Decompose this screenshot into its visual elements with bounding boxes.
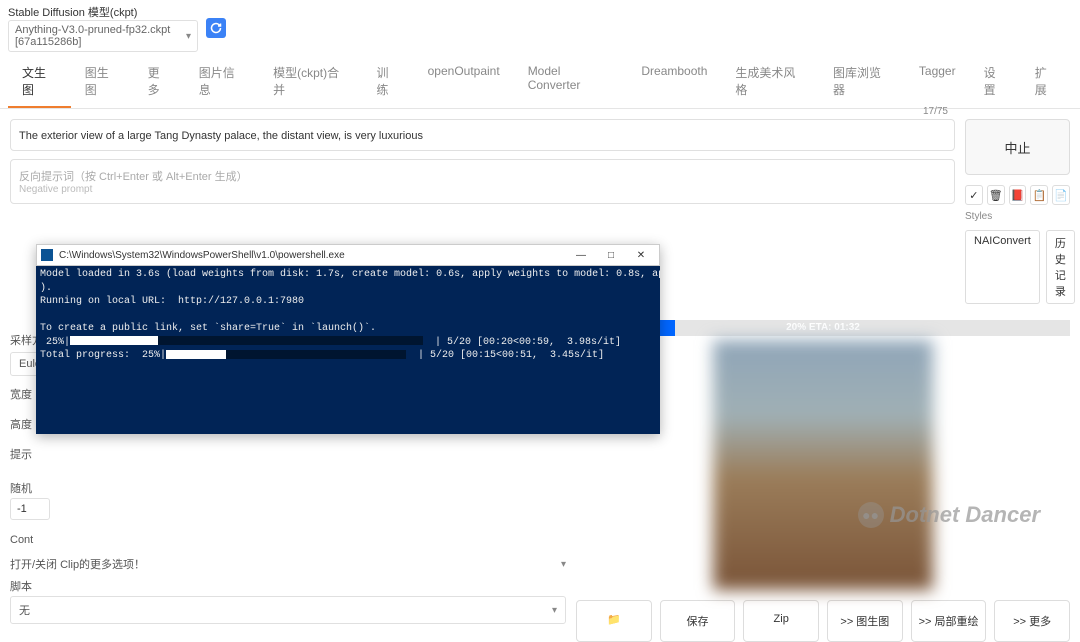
tab-2[interactable]: 更多 (134, 56, 185, 108)
tool-icon-1[interactable]: 🗑 (987, 185, 1005, 205)
tab-0[interactable]: 文生图 (8, 56, 71, 108)
pill-0[interactable]: NAIConvert (965, 230, 1040, 304)
tab-11[interactable]: Tagger (905, 56, 970, 108)
chevron-down-icon: ▾ (186, 31, 191, 42)
console-output: Model loaded in 3.6s (load weights from … (36, 266, 660, 434)
refresh-button[interactable] (206, 18, 226, 38)
tab-5[interactable]: 训练 (362, 56, 413, 108)
action-button-4[interactable]: >> 局部重绘 (911, 600, 987, 642)
action-button-2[interactable]: Zip (743, 600, 819, 642)
seed-input[interactable]: -1 (10, 498, 50, 520)
tab-7[interactable]: Model Converter (514, 56, 628, 108)
tool-icon-2[interactable]: 📕 (1009, 185, 1027, 205)
tab-9[interactable]: 生成美术风格 (721, 56, 819, 108)
tab-1[interactable]: 图生图 (71, 56, 134, 108)
tab-10[interactable]: 图库浏览器 (819, 56, 905, 108)
close-button[interactable]: ✕ (627, 246, 655, 264)
window-title: C:\Windows\System32\WindowsPowerShell\v1… (59, 250, 567, 261)
chevron-down-icon[interactable]: ▾ (561, 559, 566, 570)
wechat-icon: ●● (858, 502, 884, 528)
model-select[interactable]: Anything-V3.0-pruned-fp32.ckpt [67a11528… (8, 20, 198, 52)
maximize-button[interactable]: □ (597, 246, 625, 264)
tab-13[interactable]: 扩展 (1021, 56, 1072, 108)
tool-icon-0[interactable]: ✓ (965, 185, 983, 205)
watermark: ●● Dotnet Dancer (858, 502, 1040, 528)
powershell-icon (41, 249, 53, 261)
tool-icon-3[interactable]: 📋 (1030, 185, 1048, 205)
tool-icon-4[interactable]: 📄 (1052, 185, 1070, 205)
main-tabs: 文生图图生图更多图片信息模型(ckpt)合并训练openOutpaintMode… (0, 56, 1080, 109)
styles-label: Styles (965, 211, 1070, 222)
pill-1[interactable]: 历史记录 (1046, 230, 1075, 304)
tab-3[interactable]: 图片信息 (185, 56, 259, 108)
action-button-0[interactable]: 📁 (576, 600, 652, 642)
token-counter: 17/75 (923, 106, 948, 117)
minimize-button[interactable]: — (567, 246, 595, 264)
tab-4[interactable]: 模型(ckpt)合并 (259, 56, 362, 108)
model-label: Stable Diffusion 模型(ckpt) (8, 4, 198, 20)
tab-12[interactable]: 设置 (970, 56, 1021, 108)
action-button-3[interactable]: >> 图生图 (827, 600, 903, 642)
action-button-1[interactable]: 保存 (660, 600, 736, 642)
action-button-5[interactable]: >> 更多 (994, 600, 1070, 642)
tab-6[interactable]: openOutpaint (414, 56, 514, 108)
interrupt-button[interactable]: 中止 (965, 119, 1070, 175)
script-select[interactable]: 无 ▾ (10, 596, 566, 624)
chevron-down-icon: ▾ (552, 605, 557, 616)
negative-prompt-input[interactable]: 反向提示词（按 Ctrl+Enter 或 Alt+Enter 生成） Negat… (10, 159, 955, 204)
prompt-input[interactable]: 17/75 The exterior view of a large Tang … (10, 119, 955, 151)
powershell-window: C:\Windows\System32\WindowsPowerShell\v1… (36, 244, 660, 434)
tab-8[interactable]: Dreambooth (627, 56, 721, 108)
preview-image (713, 340, 933, 590)
